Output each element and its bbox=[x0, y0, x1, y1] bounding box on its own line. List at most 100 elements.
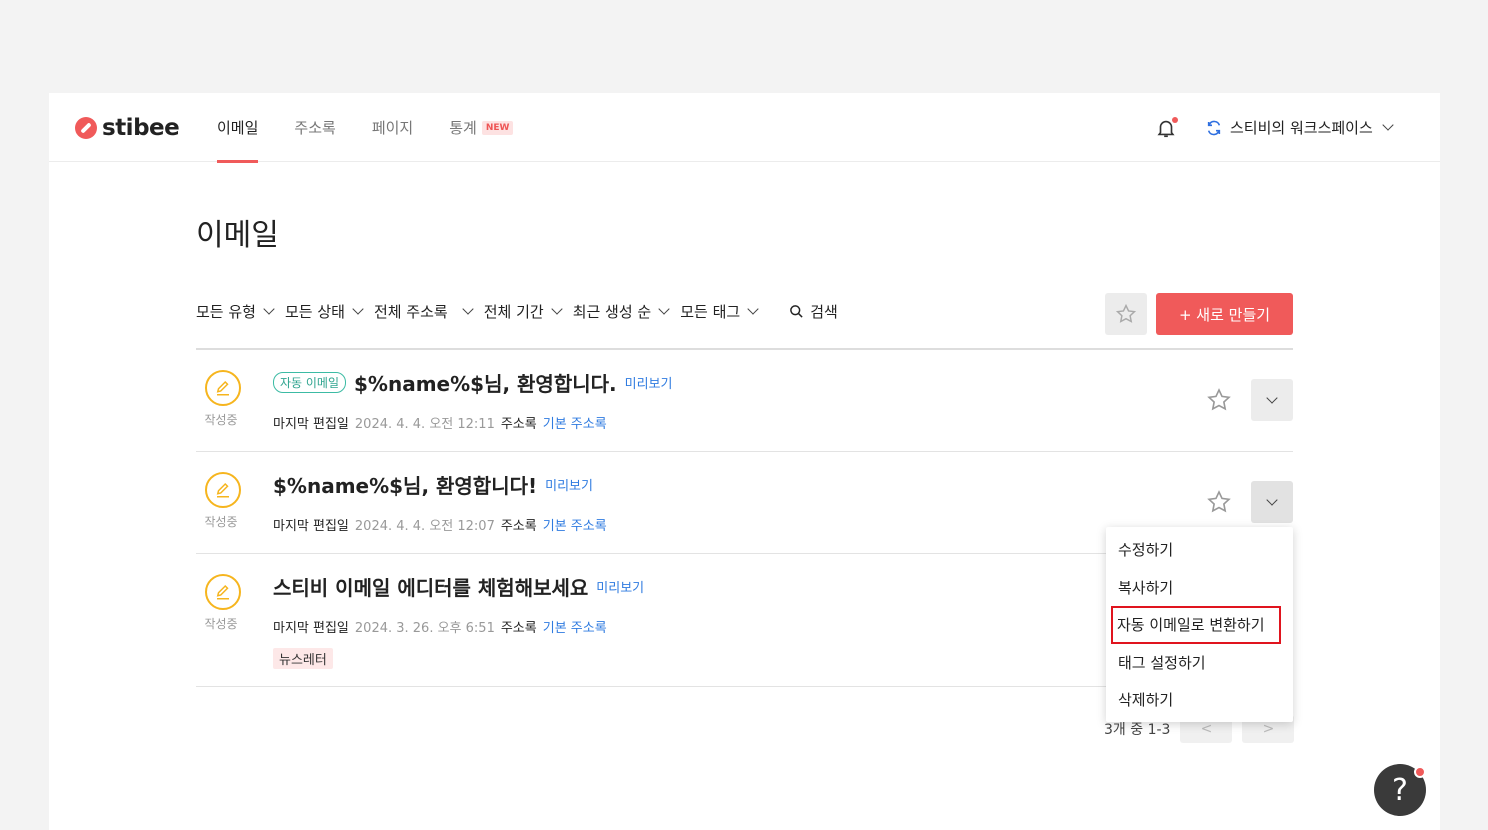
filter-addressbook[interactable]: 전체 주소록 bbox=[373, 301, 474, 322]
meta-list-label: 주소록 bbox=[500, 519, 537, 534]
top-navigation: stibee 이메일 주소록 페이지 통계 NEW 스티비의 워크스페이스 bbox=[49, 93, 1440, 163]
refresh-icon bbox=[1207, 120, 1221, 135]
menu-convert-auto-email[interactable]: 자동 이메일로 변환하기 bbox=[1111, 606, 1281, 644]
chevron-down-icon bbox=[462, 303, 474, 315]
search-label: 검색 bbox=[810, 303, 838, 321]
chevron-down-icon bbox=[1266, 391, 1278, 404]
nav-stats[interactable]: 통계 NEW bbox=[449, 93, 514, 162]
help-notification-dot bbox=[1414, 766, 1426, 778]
chevron-down-icon bbox=[1266, 493, 1278, 506]
nav-stats-label: 통계 bbox=[449, 119, 477, 137]
notification-bell[interactable] bbox=[1155, 117, 1179, 141]
create-new-button[interactable]: + 새로 만들기 bbox=[1156, 293, 1293, 335]
main-card: stibee 이메일 주소록 페이지 통계 NEW 스티비의 워크스페이스 이메일… bbox=[49, 93, 1440, 830]
preview-link[interactable]: 미리보기 bbox=[596, 577, 644, 596]
email-title-line: 자동 이메일 $%name%$님, 환영합니다. 미리보기 bbox=[273, 368, 672, 397]
nav-addressbook[interactable]: 주소록 bbox=[294, 93, 335, 162]
filter-sort-label: 최근 생성 순 bbox=[572, 303, 652, 321]
edit-pencil-icon bbox=[205, 472, 241, 508]
chevron-down-icon bbox=[551, 303, 563, 315]
email-title[interactable]: $%name%$님, 환영합니다. bbox=[354, 368, 617, 397]
edit-pencil-icon bbox=[205, 574, 241, 610]
star-icon bbox=[1207, 490, 1231, 513]
filter-sort[interactable]: 최근 생성 순 bbox=[572, 301, 670, 322]
meta-edited-date: 2024. 4. 4. 오전 12:11 bbox=[354, 417, 495, 432]
auto-email-tag: 자동 이메일 bbox=[273, 372, 347, 393]
nav-page-label: 페이지 bbox=[371, 119, 414, 137]
chevron-down-icon bbox=[658, 303, 670, 315]
logo[interactable]: stibee bbox=[75, 115, 180, 141]
email-meta: 마지막 편집일 2024. 4. 4. 오전 12:07 주소록 기본 주소록 bbox=[273, 515, 607, 534]
question-mark-icon: ? bbox=[1392, 772, 1408, 808]
filter-type[interactable]: 모든 유형 bbox=[196, 301, 275, 322]
nav-email[interactable]: 이메일 bbox=[217, 93, 259, 163]
chevron-left-icon: < bbox=[1200, 721, 1213, 737]
meta-list-link[interactable]: 기본 주소록 bbox=[543, 617, 607, 636]
nav-page[interactable]: 페이지 bbox=[372, 93, 413, 162]
help-button[interactable]: ? bbox=[1374, 764, 1426, 816]
nav-addressbook-label: 주소록 bbox=[294, 119, 336, 137]
favorites-filter-button[interactable] bbox=[1105, 293, 1147, 335]
meta-edited-label: 마지막 편집일 bbox=[273, 621, 349, 636]
chevron-down-icon bbox=[263, 303, 275, 315]
filter-tag[interactable]: 모든 태그 bbox=[680, 301, 759, 322]
filter-status[interactable]: 모든 상태 bbox=[284, 301, 364, 322]
main-nav: 이메일 주소록 페이지 통계 NEW bbox=[217, 93, 549, 163]
nav-email-label: 이메일 bbox=[217, 119, 259, 137]
chevron-down-icon bbox=[747, 303, 759, 315]
meta-list-link[interactable]: 기본 주소록 bbox=[543, 515, 607, 534]
email-title[interactable]: 스티비 이메일 에디터를 체험해보세요 bbox=[273, 572, 588, 601]
filter-addressbook-label: 전체 주소록 bbox=[373, 303, 448, 321]
row-menu-button[interactable] bbox=[1251, 481, 1293, 523]
filter-status-label: 모든 상태 bbox=[284, 303, 345, 321]
status-indicator: 작성중 bbox=[204, 574, 241, 632]
workspace-name: 스티비의 워크스페이스 bbox=[1230, 119, 1373, 137]
favorite-button[interactable] bbox=[1206, 387, 1232, 417]
filter-period[interactable]: 전체 기간 bbox=[483, 301, 563, 322]
filter-tag-label: 모든 태그 bbox=[680, 303, 741, 321]
meta-edited-date: 2024. 3. 26. 오후 6:51 bbox=[354, 621, 495, 636]
row-action-menu: 수정하기 복사하기 자동 이메일로 변환하기 태그 설정하기 삭제하기 bbox=[1106, 527, 1293, 722]
filter-period-label: 전체 기간 bbox=[483, 303, 544, 321]
search-button[interactable]: 검색 bbox=[789, 301, 838, 322]
chevron-right-icon: > bbox=[1262, 721, 1275, 737]
star-icon bbox=[1115, 303, 1137, 323]
status-indicator: 작성중 bbox=[204, 370, 241, 428]
status-label: 작성중 bbox=[204, 515, 238, 529]
filter-bar: 모든 유형 모든 상태 전체 주소록 전체 기간 최근 생성 순 모든 태그 검… bbox=[196, 301, 838, 322]
logo-mark-icon bbox=[75, 117, 97, 139]
meta-list-link[interactable]: 기본 주소록 bbox=[543, 413, 607, 432]
menu-delete[interactable]: 삭제하기 bbox=[1106, 681, 1293, 719]
search-icon bbox=[790, 305, 803, 318]
new-badge: NEW bbox=[481, 120, 514, 135]
status-label: 작성중 bbox=[204, 413, 238, 427]
page-title: 이메일 bbox=[196, 218, 279, 253]
meta-list-label: 주소록 bbox=[500, 417, 537, 432]
preview-link[interactable]: 미리보기 bbox=[545, 475, 593, 494]
menu-edit[interactable]: 수정하기 bbox=[1106, 531, 1293, 569]
edit-pencil-icon bbox=[205, 370, 241, 406]
email-meta: 마지막 편집일 2024. 3. 26. 오후 6:51 주소록 기본 주소록 bbox=[273, 617, 607, 636]
workspace-selector[interactable]: 스티비의 워크스페이스 bbox=[1206, 117, 1394, 138]
email-row[interactable]: 작성중 자동 이메일 $%name%$님, 환영합니다. 미리보기 마지막 편집… bbox=[196, 350, 1293, 452]
notification-dot bbox=[1172, 117, 1178, 123]
email-title[interactable]: $%name%$님, 환영합니다! bbox=[273, 470, 537, 499]
chevron-down-icon bbox=[352, 303, 364, 315]
status-label: 작성중 bbox=[204, 617, 238, 631]
chevron-down-icon bbox=[1382, 119, 1394, 131]
filter-type-label: 모든 유형 bbox=[196, 303, 256, 321]
newsletter-tag[interactable]: 뉴스레터 bbox=[273, 648, 333, 669]
status-indicator: 작성중 bbox=[204, 472, 241, 530]
email-title-line: 스티비 이메일 에디터를 체험해보세요 미리보기 bbox=[273, 572, 644, 601]
create-new-label: + 새로 만들기 bbox=[1178, 305, 1271, 324]
email-meta: 마지막 편집일 2024. 4. 4. 오전 12:11 주소록 기본 주소록 bbox=[273, 413, 607, 432]
menu-tag-settings[interactable]: 태그 설정하기 bbox=[1106, 644, 1293, 682]
meta-list-label: 주소록 bbox=[500, 621, 537, 636]
preview-link[interactable]: 미리보기 bbox=[625, 373, 673, 392]
row-menu-button[interactable] bbox=[1251, 379, 1293, 421]
meta-edited-label: 마지막 편집일 bbox=[273, 519, 349, 534]
favorite-button[interactable] bbox=[1206, 489, 1232, 519]
star-icon bbox=[1207, 388, 1231, 411]
menu-copy[interactable]: 복사하기 bbox=[1106, 569, 1293, 607]
meta-edited-date: 2024. 4. 4. 오전 12:07 bbox=[354, 519, 495, 534]
